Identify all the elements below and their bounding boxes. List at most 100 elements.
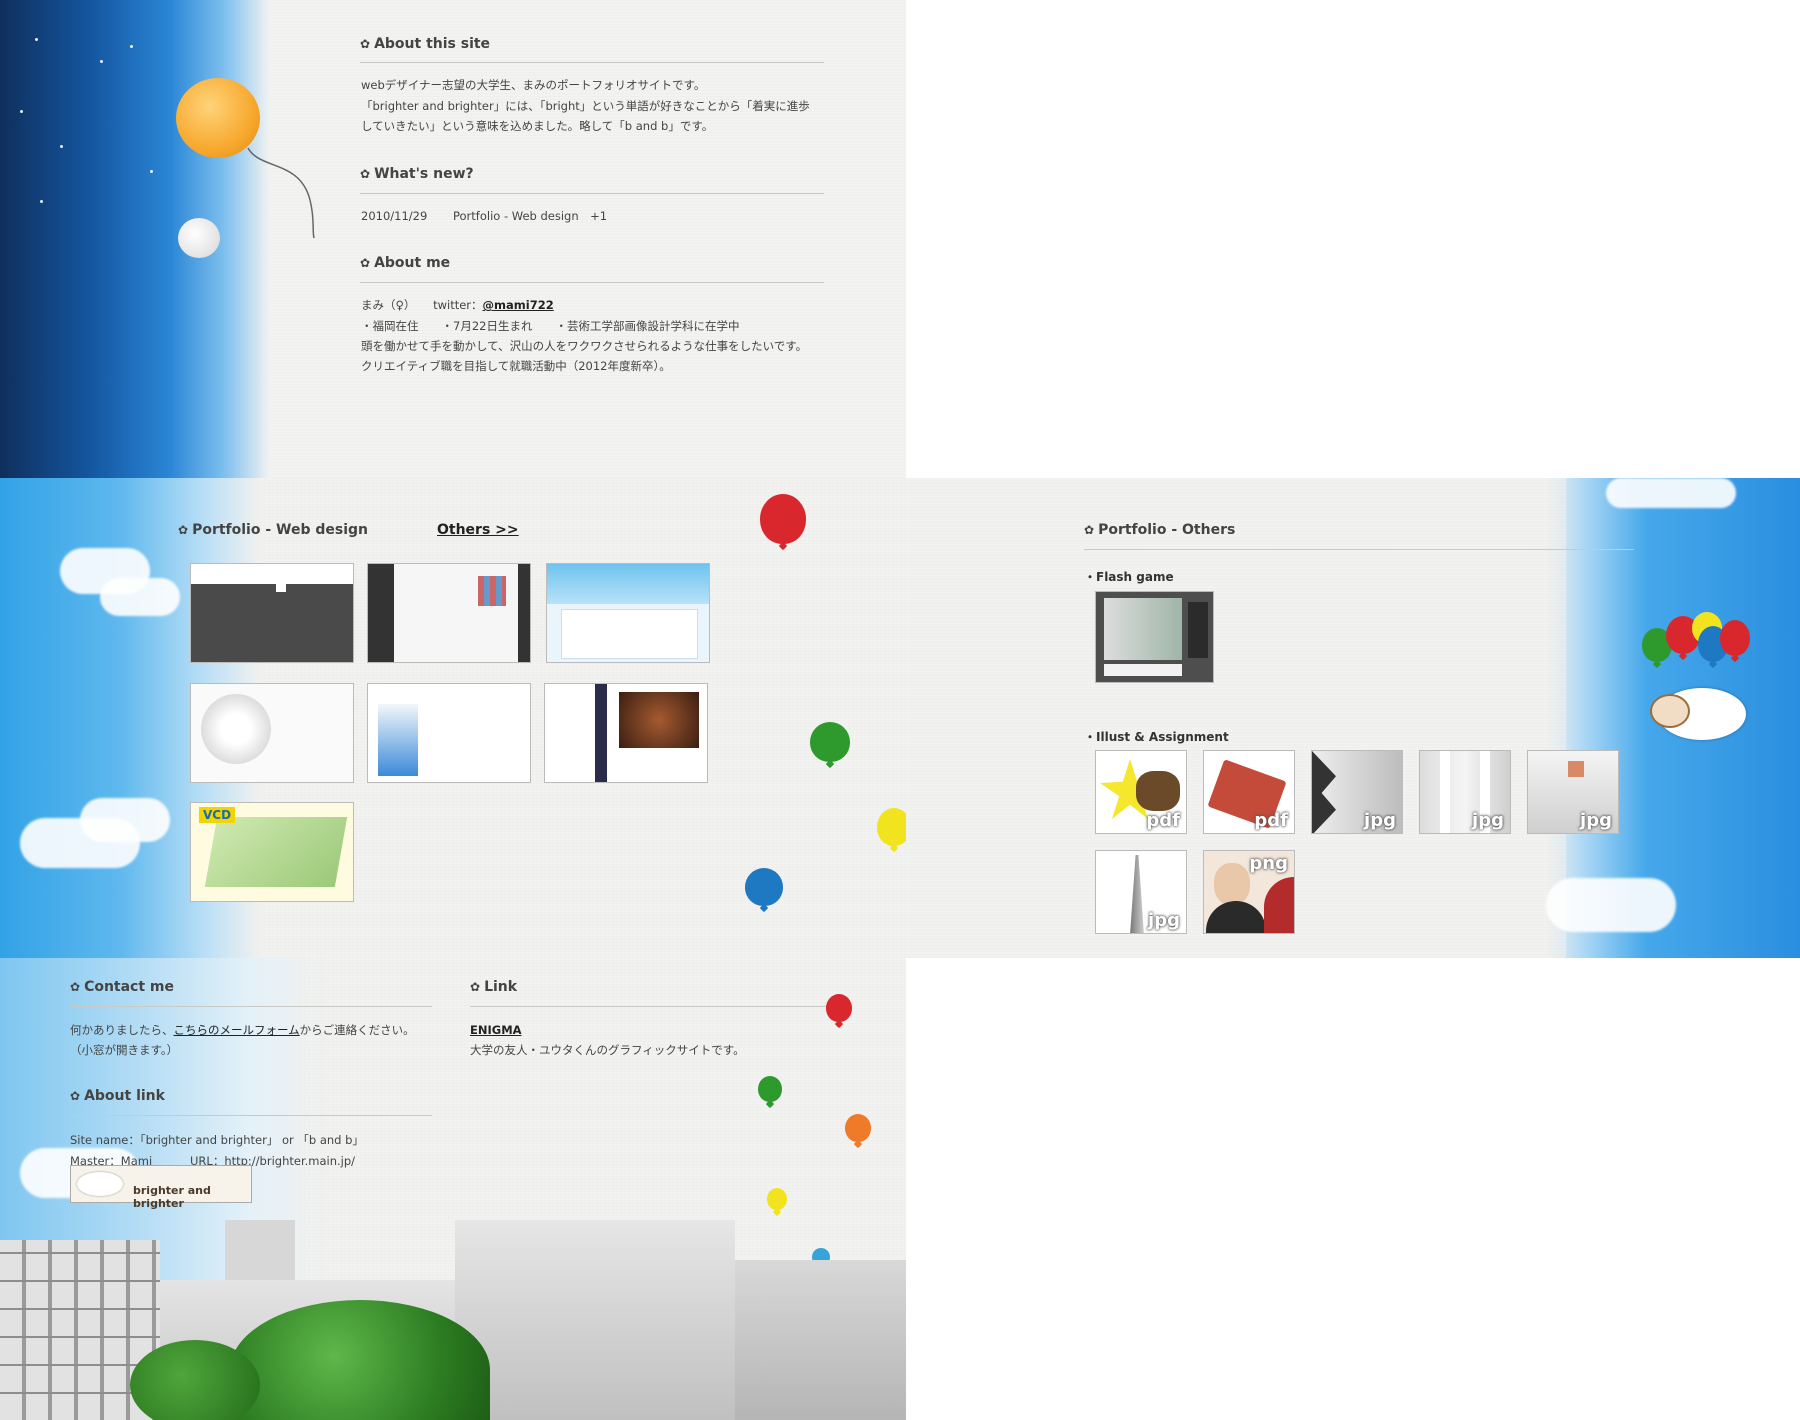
file-type-label: jpg <box>1580 810 1612 831</box>
star-bullet-icon: ✿ <box>360 256 371 270</box>
flash-game-label: ・Flash game <box>1084 570 1174 584</box>
thumb-art <box>1136 771 1180 811</box>
red-balloon-icon <box>1720 620 1750 656</box>
contact-title-text: Contact me <box>84 979 175 995</box>
link-banner[interactable]: brighter and brighter <box>70 1165 252 1210</box>
thumb-art <box>1264 877 1294 933</box>
web-thumbnail-3[interactable] <box>546 563 710 663</box>
building-tower <box>225 1220 295 1280</box>
about-me-title: ✿ About me <box>360 255 450 271</box>
web-thumbnail-7[interactable]: VCD <box>190 802 354 902</box>
link-title-text: Link <box>484 979 518 995</box>
green-balloon-icon <box>810 722 850 762</box>
buildings-illustration <box>0 1220 906 1420</box>
illust-item-2[interactable]: pdf <box>1203 750 1295 834</box>
illust-item-4[interactable]: jpg <box>1419 750 1511 834</box>
about-me-line-2: 頭を働かせて手を動かして、沢山の人をワクワクさせられるような仕事をしたいです。 <box>361 339 808 353</box>
red-balloon-icon <box>760 494 806 544</box>
web-thumbnail-1[interactable] <box>190 563 354 663</box>
sheep-face <box>1650 694 1690 728</box>
star-bullet-icon: ✿ <box>178 523 189 537</box>
illust-item-5[interactable]: jpg <box>1527 750 1619 834</box>
portfolio-web-title: ✿ Portfolio - Web design <box>178 522 368 538</box>
web-thumbnail-4[interactable] <box>190 683 354 783</box>
sheep-with-balloons-illustration <box>1636 598 1776 740</box>
file-type-label: pdf <box>1254 810 1288 831</box>
portfolio-web-panel: ✿ Portfolio - Web design Others >> VCD <box>0 478 906 958</box>
about-site-title-text: About this site <box>374 36 491 52</box>
link-title: ✿ Link <box>470 979 517 995</box>
divider <box>1084 549 1634 550</box>
twitter-link[interactable]: @mami722 <box>483 298 554 312</box>
star-dot <box>100 60 103 63</box>
file-type-label: jpg <box>1148 910 1180 931</box>
green-balloon-icon <box>758 1076 782 1102</box>
building-right <box>455 1220 735 1420</box>
thumb-art <box>191 564 353 584</box>
enigma-link[interactable]: ENIGMA <box>470 1020 522 1040</box>
illust-item-3[interactable]: jpg <box>1311 750 1403 834</box>
star-dot <box>35 38 38 41</box>
star-dot <box>20 110 23 113</box>
mail-form-link[interactable]: こちらのメールフォーム <box>174 1023 300 1037</box>
tree-illustration <box>130 1340 260 1420</box>
contact-note: （小窓が開きます。） <box>70 1043 179 1057</box>
contact-pre: 何かありましたら、 <box>70 1023 174 1037</box>
thumb-art <box>204 817 348 887</box>
star-bullet-icon: ✿ <box>1084 523 1095 537</box>
thumb-art <box>478 576 506 606</box>
thumb-art <box>1104 664 1182 676</box>
portfolio-web-title-text: Portfolio - Web design <box>192 522 368 538</box>
illust-item-6[interactable]: jpg <box>1095 850 1187 934</box>
star-dot <box>40 200 43 203</box>
sheep-icon <box>77 1172 123 1196</box>
star-dot <box>60 145 63 148</box>
footer-panel: ✿ Contact me 何かありましたら、こちらのメールフォームからご連絡くださ… <box>0 958 906 1420</box>
about-me-title-text: About me <box>374 255 451 271</box>
about-site-title: ✿ About this site <box>360 36 490 52</box>
star-bullet-icon: ✿ <box>470 980 481 994</box>
about-link-title: ✿ About link <box>70 1088 165 1104</box>
contact-text: 何かありましたら、こちらのメールフォームからご連絡ください。 <box>70 1020 415 1040</box>
enigma-link-text[interactable]: ENIGMA <box>470 1023 522 1037</box>
divider <box>360 193 824 194</box>
news-entry[interactable]: Portfolio - Web design +1 <box>453 206 607 226</box>
web-thumbnail-5[interactable] <box>367 683 531 783</box>
about-me-name-row: まみ（♀） twitter：@mami722 <box>361 295 554 315</box>
others-link[interactable]: Others >> <box>437 522 519 538</box>
portfolio-others-title-text: Portfolio - Others <box>1098 522 1236 538</box>
balloon-string-icon <box>247 147 315 239</box>
author-name: まみ（♀） <box>361 298 416 312</box>
illust-item-7[interactable]: png <box>1203 850 1295 934</box>
cloud-illustration <box>80 798 170 842</box>
thumb-art <box>1188 602 1208 658</box>
illust-item-1[interactable]: pdf <box>1095 750 1187 834</box>
thumb-art <box>378 704 418 776</box>
flash-game-thumbnail[interactable] <box>1095 591 1214 683</box>
web-thumbnail-2[interactable] <box>367 563 531 663</box>
divider <box>470 1006 832 1007</box>
thumb-art <box>561 609 698 659</box>
yellow-balloon-icon <box>767 1188 787 1210</box>
divider <box>70 1115 432 1116</box>
thumb-art <box>1130 855 1144 933</box>
thumb-art <box>518 564 530 662</box>
divider <box>360 282 824 283</box>
about-me-details: ・福岡在住 ・7月22日生まれ ・芸術工学部画像設計学科に在学中 <box>361 319 740 333</box>
contact-title: ✿ Contact me <box>70 979 174 995</box>
file-type-label: pdf <box>1146 810 1180 831</box>
intro-panel: ✿ About this site webデザイナー志望の大学生、まみのポートフォ… <box>0 0 906 478</box>
star-bullet-icon: ✿ <box>360 37 371 51</box>
cloud-illustration <box>100 578 180 616</box>
blue-balloon-icon <box>745 868 783 906</box>
star-dot <box>150 170 153 173</box>
divider <box>70 1006 432 1007</box>
about-me-line-3: クリエイティブ職を目指して就職活動中（2012年度新卒）。 <box>361 359 671 373</box>
star-bullet-icon: ✿ <box>70 980 81 994</box>
about-site-line-1: webデザイナー志望の大学生、まみのポートフォリオサイトです。 <box>361 78 706 92</box>
whats-new-title: ✿ What's new? <box>360 166 474 182</box>
thumb-art <box>1312 751 1336 833</box>
web-thumbnail-6[interactable] <box>544 683 708 783</box>
thumb-art <box>201 694 271 764</box>
illust-label: ・Illust & Assignment <box>1084 730 1229 744</box>
